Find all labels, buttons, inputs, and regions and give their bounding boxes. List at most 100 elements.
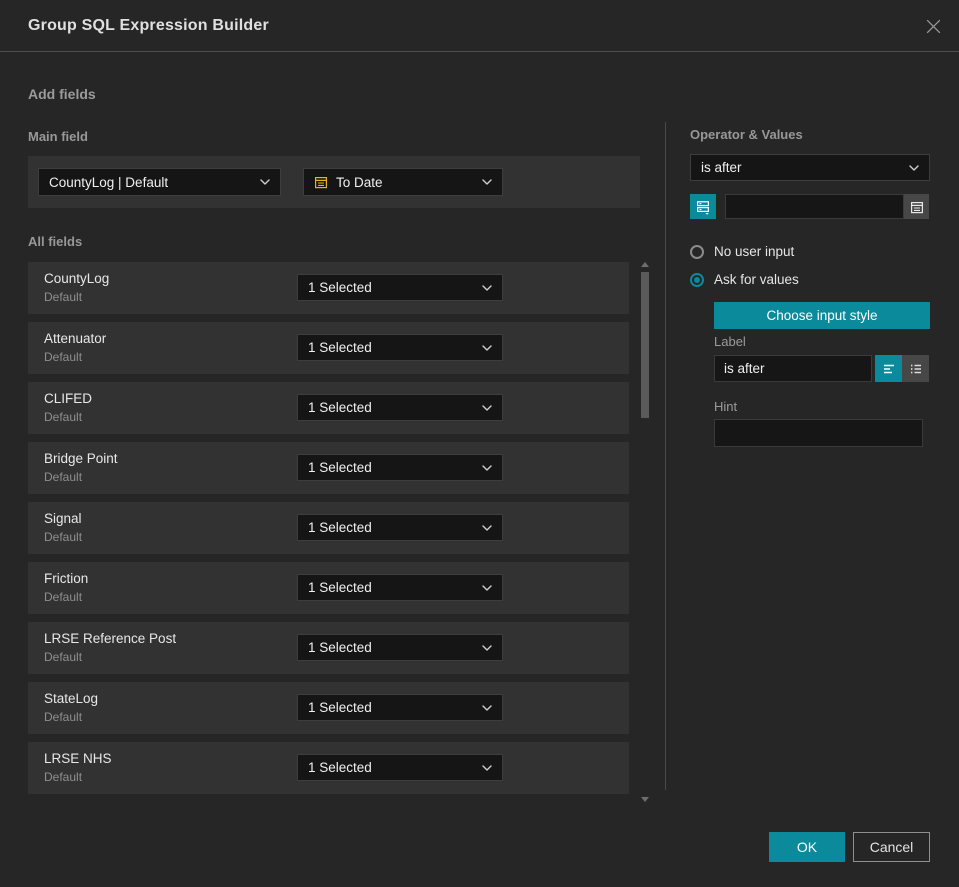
chevron-down-icon <box>482 644 492 651</box>
radio-circle-icon <box>690 244 704 259</box>
all-fields-list: CountyLog Default 1 Selected Attenuator … <box>28 262 629 802</box>
field-type: Default <box>44 590 83 604</box>
field-type: Default <box>44 650 83 664</box>
selection-value: 1 Selected <box>308 580 372 595</box>
choose-input-style-button[interactable]: Choose input style <box>714 302 930 329</box>
chevron-down-icon <box>482 704 492 711</box>
operator-dropdown[interactable]: is after <box>690 154 930 181</box>
field-type: Default <box>44 350 83 364</box>
date-type-dropdown[interactable]: To Date <box>303 168 503 196</box>
field-name: Attenuator <box>44 331 107 346</box>
field-selection-dropdown[interactable]: 1 Selected <box>297 394 503 421</box>
value-calendar-button[interactable] <box>904 194 929 219</box>
field-name: StateLog <box>44 691 99 706</box>
close-icon <box>926 19 940 33</box>
list-input-style-button[interactable] <box>902 355 929 382</box>
field-row-signal: Signal Default 1 Selected <box>28 502 629 554</box>
field-name: CountyLog <box>44 271 110 286</box>
all-fields-label: All fields <box>28 234 83 249</box>
field-selection-dropdown[interactable]: 1 Selected <box>297 574 503 601</box>
add-fields-heading: Add fields <box>28 86 96 102</box>
field-selection-dropdown[interactable]: 1 Selected <box>297 514 503 541</box>
panel-divider <box>665 122 666 790</box>
ok-button[interactable]: OK <box>769 832 845 862</box>
field-selection-dropdown[interactable]: 1 Selected <box>297 754 503 781</box>
chevron-down-icon <box>482 524 492 531</box>
date-type-dropdown-value: To Date <box>336 174 383 190</box>
field-selection-dropdown[interactable]: 1 Selected <box>297 274 503 301</box>
main-field-dropdown[interactable]: CountyLog | Default <box>38 168 281 196</box>
field-name: CLIFED <box>44 391 93 406</box>
selection-value: 1 Selected <box>308 700 372 715</box>
chevron-down-icon <box>482 284 492 291</box>
field-row-statelog: StateLog Default 1 Selected <box>28 682 629 734</box>
field-name: LRSE NHS <box>44 751 112 766</box>
field-row-bridge-point: Bridge Point Default 1 Selected <box>28 442 629 494</box>
hint-input[interactable] <box>714 419 923 447</box>
text-input-style-button[interactable] <box>875 355 902 382</box>
radio-selected-icon <box>690 272 704 287</box>
chevron-down-icon <box>482 179 492 185</box>
field-type: Default <box>44 770 83 784</box>
field-type: Default <box>44 470 83 484</box>
operator-values-heading: Operator & Values <box>690 127 803 142</box>
input-type-stack-icon <box>696 200 710 215</box>
calendar-icon <box>910 201 923 213</box>
chevron-down-icon <box>482 764 492 771</box>
close-button[interactable] <box>921 14 945 38</box>
radio-label: No user input <box>714 244 795 259</box>
radio-label: Ask for values <box>714 272 799 287</box>
field-type: Default <box>44 410 83 424</box>
main-field-panel: CountyLog | Default To Date <box>28 156 640 208</box>
chevron-down-icon <box>482 464 492 471</box>
chevron-down-icon <box>482 584 492 591</box>
field-type: Default <box>44 290 83 304</box>
bullet-list-icon <box>910 364 921 373</box>
align-left-icon <box>883 364 894 373</box>
input-type-button[interactable] <box>690 194 716 219</box>
field-type: Default <box>44 530 83 544</box>
field-name: Bridge Point <box>44 451 118 466</box>
field-row-lrse-reference-post: LRSE Reference Post Default 1 Selected <box>28 622 629 674</box>
value-input[interactable] <box>725 194 904 219</box>
field-name: Friction <box>44 571 89 586</box>
chevron-down-icon <box>260 179 270 185</box>
main-field-dropdown-value: CountyLog | Default <box>49 174 169 190</box>
field-selection-dropdown[interactable]: 1 Selected <box>297 334 503 361</box>
selection-value: 1 Selected <box>308 280 372 295</box>
radio-ask-for-values[interactable]: Ask for values <box>690 272 799 287</box>
selection-value: 1 Selected <box>308 760 372 775</box>
dialog-header: Group SQL Expression Builder <box>0 0 959 52</box>
chevron-down-icon <box>482 404 492 411</box>
field-row-clifed: CLIFED Default 1 Selected <box>28 382 629 434</box>
dialog-title: Group SQL Expression Builder <box>28 17 269 34</box>
scrollbar-thumb[interactable] <box>641 272 649 418</box>
chevron-down-icon <box>482 344 492 351</box>
scroll-up-arrow[interactable] <box>641 262 649 267</box>
label-field-label: Label <box>714 334 746 349</box>
hint-field-label: Hint <box>714 399 738 414</box>
calendar-icon <box>315 176 328 189</box>
cancel-button[interactable]: Cancel <box>853 832 930 862</box>
field-row-friction: Friction Default 1 Selected <box>28 562 629 614</box>
operator-value: is after <box>701 160 742 175</box>
field-type: Default <box>44 710 83 724</box>
selection-value: 1 Selected <box>308 640 372 655</box>
chevron-down-icon <box>909 164 919 171</box>
field-selection-dropdown[interactable]: 1 Selected <box>297 454 503 481</box>
selection-value: 1 Selected <box>308 400 372 415</box>
selection-value: 1 Selected <box>308 460 372 475</box>
field-name: Signal <box>44 511 82 526</box>
field-selection-dropdown[interactable]: 1 Selected <box>297 694 503 721</box>
scroll-down-arrow[interactable] <box>641 797 649 802</box>
main-field-label: Main field <box>28 129 88 144</box>
selection-value: 1 Selected <box>308 520 372 535</box>
field-row-countylog: CountyLog Default 1 Selected <box>28 262 629 314</box>
field-row-attenuator: Attenuator Default 1 Selected <box>28 322 629 374</box>
field-name: LRSE Reference Post <box>44 631 177 646</box>
radio-no-user-input[interactable]: No user input <box>690 244 794 259</box>
vertical-scrollbar[interactable] <box>640 258 650 804</box>
field-row-lrse-nhs: LRSE NHS Default 1 Selected <box>28 742 629 794</box>
label-input[interactable] <box>714 355 872 382</box>
field-selection-dropdown[interactable]: 1 Selected <box>297 634 503 661</box>
